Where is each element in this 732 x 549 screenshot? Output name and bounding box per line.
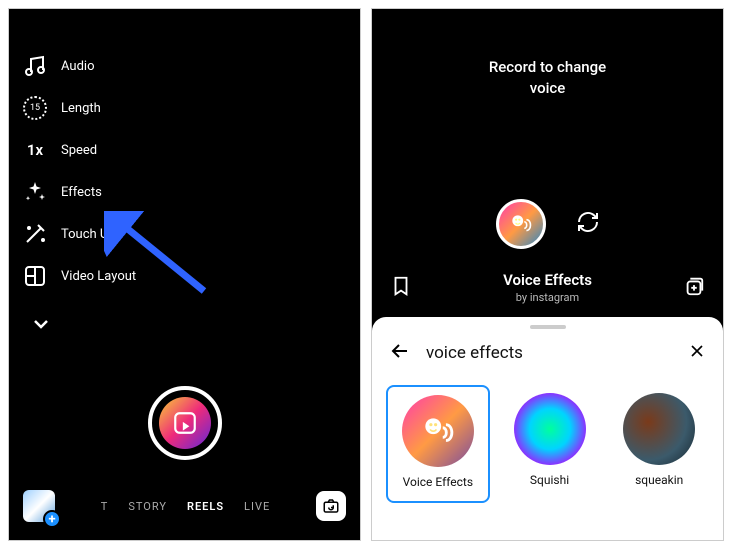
back-button[interactable] [388,339,412,367]
effects-search-sheet: voice effects Voice Effects Squishi sque… [372,317,723,540]
mode-reels[interactable]: REELS [187,500,224,513]
voice-effect-glyph-icon [508,211,534,237]
save-effect-button[interactable] [390,275,412,301]
mode-cut[interactable]: T [101,500,109,513]
effect-name: Voice Effects [503,271,592,289]
speed-icon: 1x [23,138,47,162]
expand-tools-button[interactable] [29,312,136,336]
voice-effects-screen: Record to change voice Voice Effects by … [371,8,724,541]
length-label: Length [61,101,101,116]
record-prompt: Record to change voice [372,57,723,99]
effect-label: Voice Effects [403,475,473,489]
effects-results: Voice Effects Squishi squeakin [372,377,723,503]
speed-label: Speed [61,143,97,158]
reels-camera-screen: Audio 15 Length 1x Speed Effects Touch U… [8,8,361,541]
effect-label: squeakin [635,473,683,487]
effect-preview-button[interactable] [496,199,546,249]
reels-icon [159,397,211,449]
search-input[interactable]: voice effects [426,343,673,363]
effect-preview-row [496,199,600,249]
clear-search-button[interactable] [687,341,707,365]
effects-tool[interactable]: Effects [23,180,136,204]
bookmark-icon [390,275,412,297]
wand-icon [23,222,47,246]
audio-label: Audio [61,59,94,74]
music-note-icon [23,54,47,78]
effect-title-bar: Voice Effects by instagram [372,271,723,304]
effect-card-squishi[interactable]: Squishi [500,385,600,503]
flip-camera-button[interactable] [316,491,346,521]
flip-camera-icon [322,497,340,515]
effects-label: Effects [61,185,102,200]
gallery-button[interactable]: + [23,490,55,522]
add-collection-icon [683,275,705,297]
record-button[interactable] [148,386,222,460]
add-to-reel-button[interactable] [683,275,705,301]
add-icon: + [43,510,61,528]
effect-thumb [514,393,586,465]
arrow-left-icon [388,339,412,363]
audio-tool[interactable]: Audio [23,54,136,78]
camera-bottom-bar: + T STORY REELS LIVE [9,490,360,522]
effect-thumb [402,395,474,467]
refresh-icon [576,210,600,234]
effect-card-voice-effects[interactable]: Voice Effects [386,385,490,503]
video-layout-tool[interactable]: Video Layout [23,264,136,288]
length-tool[interactable]: 15 Length [23,96,136,120]
effect-label: Squishi [530,473,569,487]
camera-mode-switcher: T STORY REELS LIVE [101,500,270,513]
search-row: voice effects [372,337,723,377]
close-icon [687,341,707,361]
effect-author: by instagram [503,291,592,304]
touch-up-tool[interactable]: Touch Up [23,222,136,246]
touch-up-label: Touch Up [61,227,116,242]
sheet-handle[interactable] [530,325,566,329]
timer-icon: 15 [23,96,47,120]
reset-effect-button[interactable] [576,210,600,238]
sparkle-icon [23,180,47,204]
video-layout-label: Video Layout [61,269,136,284]
mode-live[interactable]: LIVE [244,500,270,513]
camera-side-toolbar: Audio 15 Length 1x Speed Effects Touch U… [23,54,136,336]
chevron-down-icon [29,312,53,336]
effect-thumb [623,393,695,465]
layout-icon [23,264,47,288]
mode-story[interactable]: STORY [128,500,167,513]
effect-card-squeakin[interactable]: squeakin [609,385,709,503]
speed-tool[interactable]: 1x Speed [23,138,136,162]
